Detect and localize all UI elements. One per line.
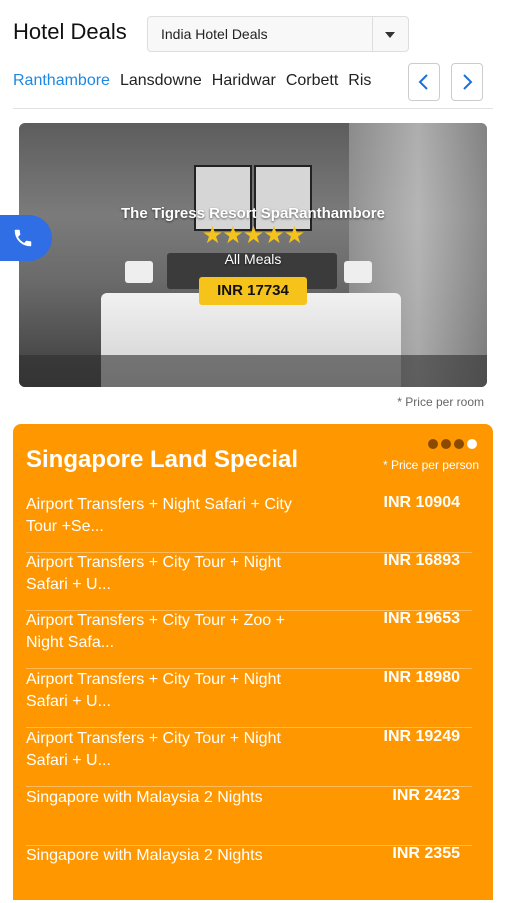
call-button[interactable]	[0, 215, 52, 261]
deal-row[interactable]: Airport Transfers + City Tour + Night Sa…	[26, 728, 472, 787]
deal-row[interactable]: Airport Transfers + City Tour + Zoo + Ni…	[26, 610, 472, 669]
deal-description: Airport Transfers + Night Safari + City …	[26, 496, 292, 535]
tab-rishikesh[interactable]: Ris	[348, 72, 371, 90]
city-tabs: Ranthambore Lansdowne Haridwar Corbett Ris	[13, 72, 405, 96]
region-dropdown[interactable]: India Hotel Deals	[147, 16, 409, 52]
price-per-room-note: * Price per room	[397, 395, 484, 409]
tab-haridwar[interactable]: Haridwar	[212, 72, 276, 90]
deal-card-title: Singapore Land Special	[26, 446, 299, 473]
pager-dot[interactable]	[441, 439, 451, 449]
deal-description: Airport Transfers + City Tour + Night Sa…	[26, 671, 281, 710]
region-dropdown-value: India Hotel Deals	[161, 26, 268, 42]
tabs-next-button[interactable]	[451, 63, 483, 101]
meal-plan: All Meals	[224, 251, 282, 267]
dropdown-divider	[372, 17, 373, 51]
pager-dot[interactable]	[454, 439, 464, 449]
deal-price: INR 19249	[383, 728, 461, 745]
hotel-deal-banner[interactable]: The Tigress Resort SpaRanthambore ★★★★★ …	[19, 123, 487, 387]
deal-price: INR 18980	[383, 669, 461, 686]
deal-card: Singapore Land Special * Price per perso…	[13, 424, 493, 900]
deal-row[interactable]: Airport Transfers + City Tour + Night Sa…	[26, 669, 472, 728]
tab-ranthambore[interactable]: Ranthambore	[13, 72, 110, 90]
deal-description: Singapore with Malaysia 2 Nights	[26, 789, 263, 806]
deal-price: INR 16893	[383, 552, 461, 569]
carousel-pager	[425, 436, 477, 454]
pager-dot-active[interactable]	[467, 439, 477, 449]
hotel-price-badge: INR 17734	[199, 277, 307, 305]
tab-corbett[interactable]: Corbett	[286, 72, 338, 90]
chevron-left-icon	[418, 74, 428, 90]
deal-description: Airport Transfers + City Tour + Zoo + Ni…	[26, 612, 285, 651]
chevron-right-icon	[463, 74, 473, 90]
hotel-name: The Tigress Resort SpaRanthambore	[121, 205, 385, 222]
deal-row[interactable]: Singapore with Malaysia 2 Nights INR 235…	[26, 845, 472, 903]
deal-row[interactable]: Airport Transfers + Night Safari + City …	[26, 494, 472, 553]
deal-price: INR 19653	[383, 610, 461, 627]
floor-image	[19, 355, 487, 387]
deal-description: Airport Transfers + City Tour + Night Sa…	[26, 730, 281, 769]
deal-row[interactable]: Airport Transfers + City Tour + Night Sa…	[26, 552, 472, 611]
header-divider	[13, 108, 493, 109]
star-rating: ★★★★★	[201, 222, 306, 249]
deal-row[interactable]: Singapore with Malaysia 2 Nights INR 242…	[26, 787, 472, 846]
deal-description: Singapore with Malaysia 2 Nights	[26, 847, 263, 864]
deal-price: INR 2423	[392, 787, 460, 804]
deal-price: INR 2355	[392, 845, 460, 862]
price-per-person-note: * Price per person	[382, 458, 479, 472]
phone-icon	[14, 229, 32, 247]
header: Hotel Deals India Hotel Deals Ranthambor…	[0, 0, 506, 110]
tabs-prev-button[interactable]	[408, 63, 440, 101]
deal-description: Airport Transfers + City Tour + Night Sa…	[26, 554, 281, 593]
page-title: Hotel Deals	[13, 19, 127, 44]
deal-price: INR 10904	[383, 494, 461, 511]
pager-dot[interactable]	[428, 439, 438, 449]
caret-down-icon	[385, 32, 395, 38]
tab-lansdowne[interactable]: Lansdowne	[120, 72, 202, 90]
